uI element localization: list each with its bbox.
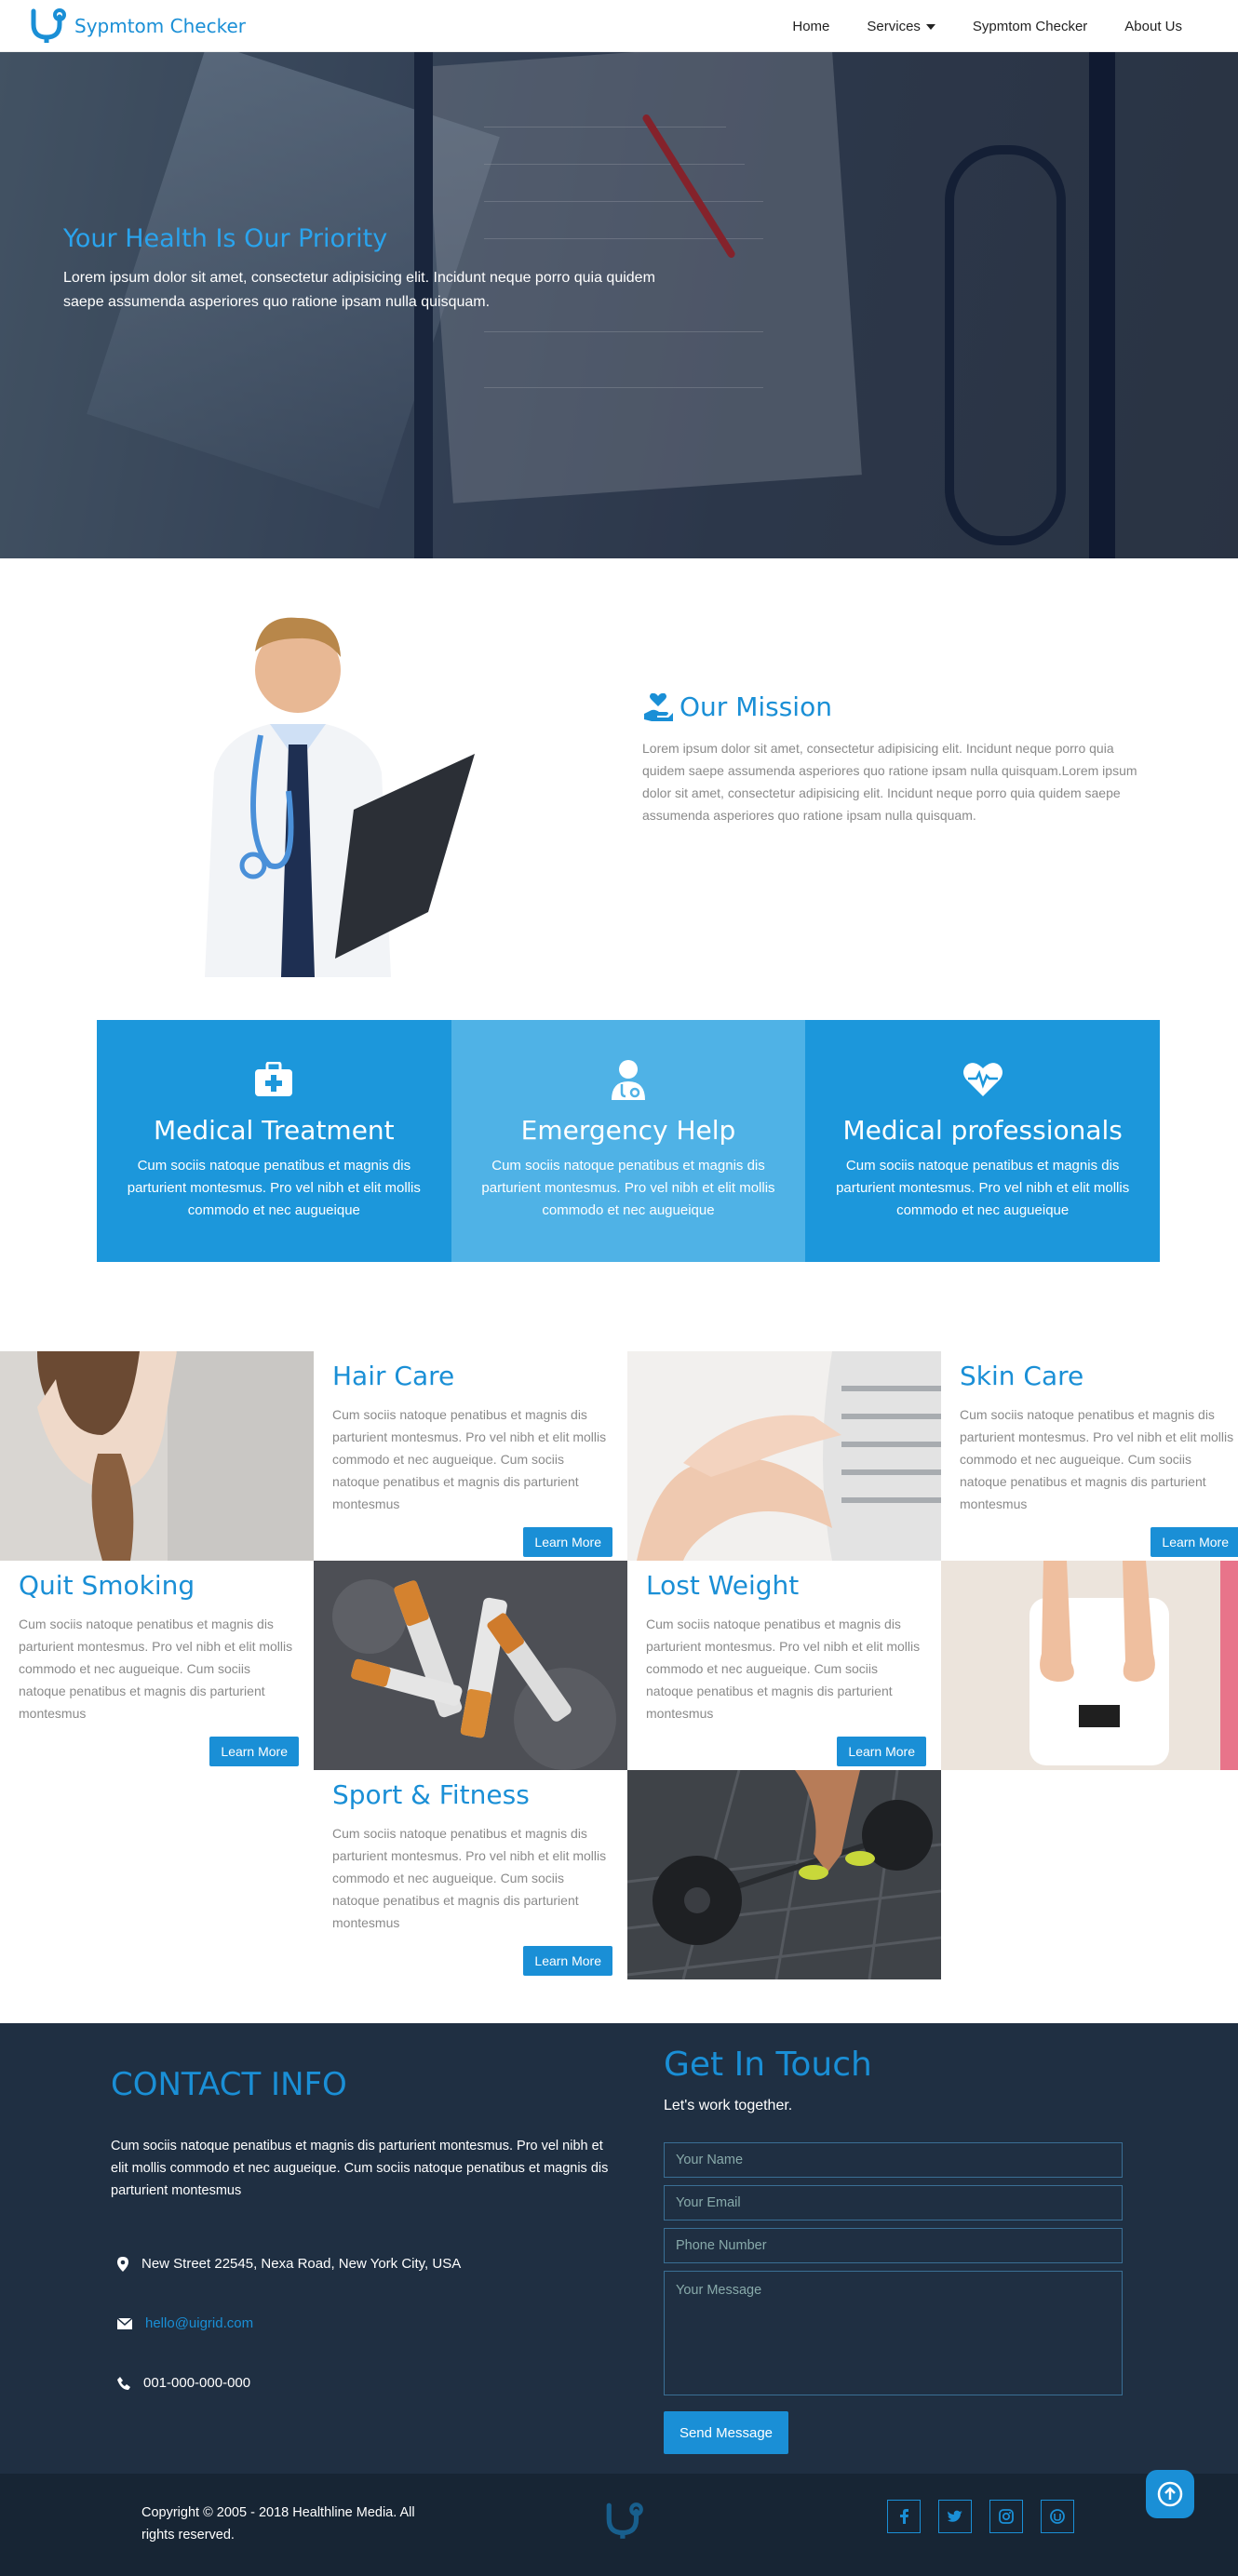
phone-text: 001-000-000-000 [143, 2375, 251, 2391]
name-field[interactable]: Your Name [664, 2142, 1123, 2178]
facebook-icon[interactable] [887, 2500, 921, 2533]
service-text: Cum sociis natoque penatibus et magnis d… [332, 1826, 607, 1930]
page: Sypmtom Checker Home Services Sypmtom Ch… [0, 0, 1238, 2576]
service-card-sport-fitness: Sport & Fitness Cum sociis natoque penat… [314, 1770, 627, 1979]
brand[interactable]: Sypmtom Checker [28, 6, 246, 47]
contact-section: CONTACT INFO Cum sociis natoque penatibu… [0, 2023, 1238, 2474]
nav-about[interactable]: About Us [1106, 19, 1201, 34]
hand-heart-icon [644, 693, 673, 721]
contact-phone: 001-000-000-000 [117, 2375, 250, 2391]
service-text: Cum sociis natoque penatibus et magnis d… [19, 1617, 293, 1721]
service-card-quit-smoking: Quit Smoking Cum sociis natoque penatibu… [0, 1561, 314, 1770]
brand-name: Sypmtom Checker [74, 15, 246, 37]
address-text: New Street 22545, Nexa Road, New York Ci… [141, 2256, 462, 2272]
heartbeat-icon [805, 1059, 1160, 1100]
service-title: Lost Weight [646, 1570, 800, 1601]
service-title: Skin Care [960, 1361, 1084, 1391]
footer: Copyright © 2005 - 2018 Healthline Media… [0, 2470, 1238, 2576]
doctor-image [205, 617, 475, 977]
envelope-icon [117, 2317, 132, 2329]
feature-title: Medical professionals [842, 1115, 1123, 1146]
service-card-lost-weight: Lost Weight Cum sociis natoque penatibus… [627, 1561, 941, 1770]
message-field[interactable]: Your Message [664, 2271, 1123, 2395]
hair-care-image [0, 1351, 314, 1561]
learn-more-button[interactable]: Learn More [523, 1527, 612, 1557]
hero-title: Your Health Is Our Priority [63, 224, 388, 253]
learn-more-button[interactable]: Learn More [209, 1737, 299, 1766]
get-in-touch-subtitle: Let's work together. [664, 2098, 793, 2113]
service-title: Sport & Fitness [332, 1779, 530, 1810]
caret-down-icon [925, 23, 935, 30]
learn-more-button[interactable]: Learn More [837, 1737, 926, 1766]
quit-smoking-image [314, 1561, 627, 1770]
contact-address: New Street 22545, Nexa Road, New York Ci… [117, 2256, 461, 2272]
get-in-touch-title: Get In Touch [664, 2046, 872, 2084]
instagram-icon[interactable] [989, 2500, 1023, 2533]
arrow-up-circle-icon [1157, 2481, 1183, 2507]
feature-text: Cum sociis natoque penatibus et magnis d… [836, 1158, 1130, 1218]
contact-text: Cum sociis natoque penatibus et magnis d… [111, 2139, 609, 2198]
contact-title: CONTACT INFO [111, 2066, 347, 2103]
feature-title: Medical Treatment [154, 1115, 395, 1146]
map-marker-icon [117, 2256, 128, 2272]
twitter-icon[interactable] [938, 2500, 972, 2533]
feature-title: Emergency Help [520, 1115, 736, 1146]
nav-links: Home Services Sypmtom Checker About Us [774, 0, 1201, 52]
nav-services[interactable]: Services [848, 19, 954, 34]
features-strip: Medical Treatment Cum sociis natoque pen… [97, 1020, 1161, 1262]
hero-banner: Your Health Is Our Priority Lorem ipsum … [0, 52, 1238, 558]
navbar: Sypmtom Checker Home Services Sypmtom Ch… [0, 0, 1238, 52]
stethoscope-logo-icon [606, 2502, 643, 2539]
send-message-button[interactable]: Send Message [664, 2411, 788, 2454]
feature-card: Medical Treatment Cum sociis natoque pen… [97, 1020, 451, 1262]
first-aid-kit-icon [97, 1059, 451, 1100]
email-field[interactable]: Your Email [664, 2185, 1123, 2220]
hero-text: Lorem ipsum dolor sit amet, consectetur … [63, 270, 655, 310]
nav-symptom-checker[interactable]: Sypmtom Checker [954, 19, 1106, 34]
feature-card: Medical professionals Cum sociis natoque… [805, 1020, 1161, 1262]
learn-more-button[interactable]: Learn More [1151, 1527, 1238, 1557]
doctor-icon [451, 1059, 806, 1100]
service-text: Cum sociis natoque penatibus et magnis d… [646, 1617, 921, 1721]
lost-weight-image [941, 1561, 1238, 1770]
skin-care-image [627, 1351, 941, 1561]
nav-services-label: Services [867, 18, 921, 34]
email-link[interactable]: hello@uigrid.com [145, 2315, 253, 2331]
mission-text: Lorem ipsum dolor sit amet, consectetur … [642, 741, 1137, 823]
phone-icon [117, 2376, 130, 2390]
phone-field[interactable]: Phone Number [664, 2228, 1123, 2263]
github-icon[interactable] [1041, 2500, 1074, 2533]
contact-email: hello@uigrid.com [117, 2315, 253, 2331]
nav-home[interactable]: Home [774, 19, 848, 34]
stethoscope-logo-icon [31, 8, 66, 43]
service-title: Hair Care [332, 1361, 455, 1391]
learn-more-button[interactable]: Learn More [523, 1946, 612, 1976]
service-text: Cum sociis natoque penatibus et magnis d… [332, 1407, 607, 1511]
feature-card: Emergency Help Cum sociis natoque penati… [451, 1020, 806, 1262]
service-card-hair-care: Hair Care Cum sociis natoque penatibus e… [314, 1351, 627, 1561]
copyright-text: Copyright © 2005 - 2018 Healthline Media… [141, 2505, 415, 2542]
sport-fitness-image [627, 1770, 941, 1979]
service-text: Cum sociis natoque penatibus et magnis d… [960, 1407, 1234, 1511]
feature-text: Cum sociis natoque penatibus et magnis d… [481, 1158, 775, 1218]
scroll-to-top-button[interactable] [1146, 2470, 1194, 2518]
service-title: Quit Smoking [19, 1570, 195, 1601]
service-card-skin-care: Skin Care Cum sociis natoque penatibus e… [941, 1351, 1238, 1561]
feature-text: Cum sociis natoque penatibus et magnis d… [127, 1158, 421, 1218]
mission-title: Our Mission [680, 691, 832, 722]
